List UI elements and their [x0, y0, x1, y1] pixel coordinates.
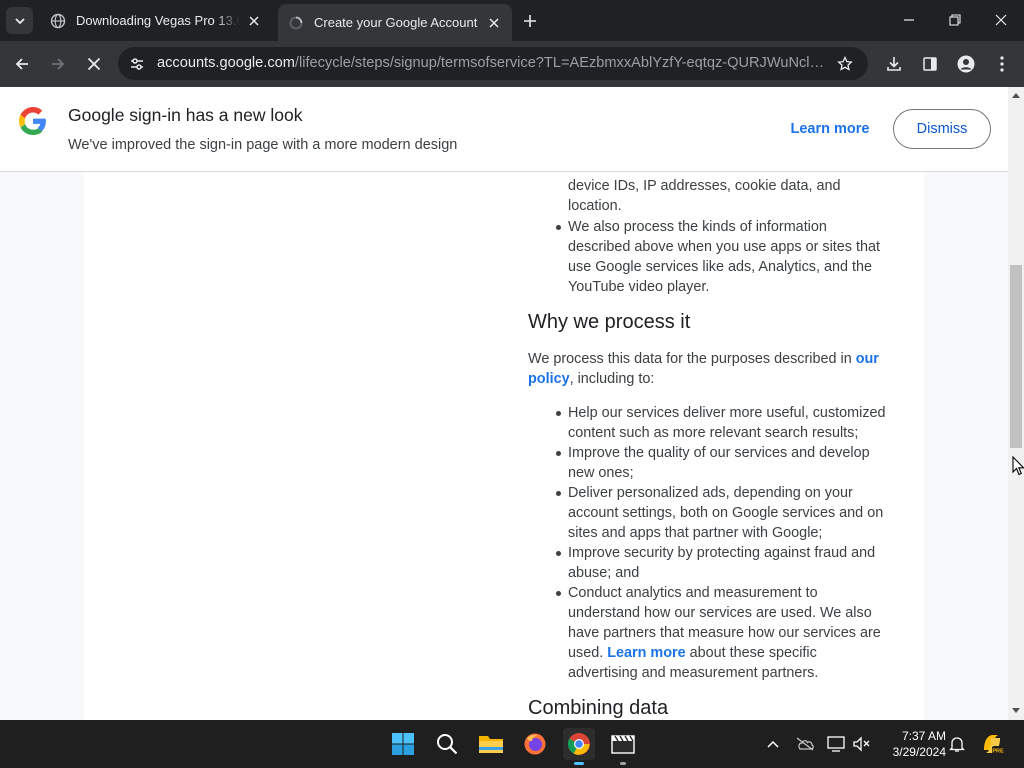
chrome-taskbar-button[interactable] — [563, 728, 595, 765]
tab-title: Downloading Vegas Pro 13.0 Bu — [76, 13, 240, 28]
show-hidden-icons-button[interactable] — [763, 734, 783, 754]
tab-vegas-download[interactable]: Downloading Vegas Pro 13.0 Bu — [40, 4, 272, 37]
tab-strip: Downloading Vegas Pro 13.0 Bu Create you… — [0, 0, 1024, 41]
close-window-button[interactable] — [978, 0, 1024, 40]
page-viewport: device IDs, IP addresses, cookie data, a… — [0, 87, 1024, 720]
new-look-banner: Google sign-in has a new look We've impr… — [0, 87, 1008, 172]
windows-taskbar: 7:37 AM 3/29/2024 PRE — [0, 720, 1024, 768]
learn-more-link[interactable]: Learn more — [607, 645, 685, 661]
list-item: Conduct analytics and measurement to und… — [528, 583, 888, 683]
url-path: /lifecycle/steps/signup/termsofservice?T… — [294, 55, 832, 71]
minimize-icon — [904, 19, 914, 21]
film-clapper-icon — [611, 735, 635, 754]
profile-button[interactable] — [951, 49, 981, 79]
start-button[interactable] — [387, 728, 419, 760]
browser-toolbar: accounts.google.com/lifecycle/steps/sign… — [0, 41, 1024, 87]
why-we-process-heading: Why we process it — [528, 311, 691, 333]
banner-subtitle: We've improved the sign-in page with a m… — [68, 137, 458, 153]
banner-title: Google sign-in has a new look — [68, 105, 303, 125]
plus-icon — [524, 15, 536, 27]
scrollbar-thumb[interactable] — [1010, 265, 1022, 448]
tab-create-google-account[interactable]: Create your Google Account — [278, 4, 512, 41]
svg-text:PRE: PRE — [992, 748, 1004, 754]
firefox-icon — [524, 733, 546, 755]
copilot-preview-button[interactable]: PRE — [980, 732, 1004, 756]
side-panel-button[interactable] — [915, 49, 945, 79]
arrow-right-icon — [52, 58, 65, 70]
mouse-cursor-icon — [1012, 456, 1024, 476]
firefox-button[interactable] — [519, 728, 551, 760]
why-intro: We process this data for the purposes de… — [528, 349, 888, 389]
arrow-left-icon — [15, 58, 28, 70]
forward-button[interactable] — [43, 49, 73, 79]
partial-bullet: device IDs, IP addresses, cookie data, a… — [528, 176, 888, 216]
tab-search-button[interactable] — [6, 7, 33, 34]
display-tray-icon[interactable] — [826, 734, 846, 754]
partial-bullet-text: device IDs, IP addresses, cookie data, a… — [568, 178, 841, 214]
onedrive-tray-icon[interactable] — [795, 734, 815, 754]
restore-icon — [949, 14, 961, 26]
close-tab-icon[interactable] — [246, 13, 262, 29]
downloads-button[interactable] — [879, 49, 909, 79]
close-icon — [995, 14, 1007, 26]
vegas-taskbar-button[interactable] — [607, 728, 639, 765]
stop-loading-button[interactable] — [79, 49, 109, 79]
copilot-icon: PRE — [984, 735, 1004, 754]
taskbar-clock[interactable]: 7:37 AM 3/29/2024 — [878, 728, 946, 760]
url-text: accounts.google.com/lifecycle/steps/sign… — [157, 55, 832, 71]
search-icon — [437, 734, 458, 755]
vertical-scrollbar[interactable] — [1008, 87, 1024, 720]
clock-time: 7:37 AM — [901, 729, 946, 743]
side-panel-icon — [923, 57, 937, 71]
close-tab-icon[interactable] — [486, 15, 502, 31]
scroll-up-arrow-icon[interactable] — [1012, 91, 1020, 99]
analytics-suffix: about these specific advertising and mea… — [568, 645, 819, 681]
loading-spinner-icon — [288, 15, 304, 31]
back-button[interactable] — [7, 49, 37, 79]
info-list: We also process the kinds of information… — [528, 217, 888, 297]
chrome-menu-button[interactable] — [987, 49, 1017, 79]
scroll-down-arrow-icon[interactable] — [1012, 707, 1020, 715]
combining-data-heading: Combining data — [528, 697, 669, 719]
bell-icon — [949, 737, 965, 752]
list-item: Improve security by protecting against f… — [528, 543, 888, 583]
chevron-down-icon — [14, 17, 25, 24]
notifications-button[interactable] — [947, 734, 967, 754]
more-vert-icon — [1000, 56, 1004, 72]
globe-icon — [50, 13, 66, 29]
list-item: We also process the kinds of information… — [528, 217, 888, 297]
learn-more-button[interactable]: Learn more — [778, 109, 882, 149]
list-item: Improve the quality of our services and … — [528, 443, 888, 483]
clock-date: 3/29/2024 — [892, 745, 946, 759]
volume-muted-tray-icon[interactable] — [852, 734, 872, 754]
taskbar-search-button[interactable] — [431, 728, 463, 760]
chevron-up-icon — [767, 740, 779, 748]
url-host: accounts.google.com — [157, 55, 295, 71]
new-tab-button[interactable] — [518, 9, 542, 33]
tab-title: Create your Google Account — [314, 15, 478, 30]
list-item: Help our services deliver more useful, c… — [528, 403, 888, 443]
bookmark-star-icon[interactable] — [834, 53, 856, 75]
avatar-icon — [957, 55, 975, 73]
close-icon — [87, 57, 101, 71]
download-icon — [887, 57, 901, 71]
why-intro-suffix: , including to: — [569, 371, 655, 387]
chrome-icon — [567, 733, 590, 755]
file-explorer-button[interactable] — [475, 728, 507, 760]
site-settings-icon[interactable] — [126, 53, 148, 75]
address-bar[interactable]: accounts.google.com/lifecycle/steps/sign… — [118, 47, 868, 80]
active-app-indicator — [574, 762, 584, 765]
dismiss-button[interactable]: Dismiss — [893, 109, 991, 149]
list-item: Deliver personalized ads, depending on y… — [528, 483, 888, 543]
google-logo-icon — [19, 107, 46, 135]
folder-icon — [479, 736, 503, 753]
windows-logo-icon — [392, 733, 414, 755]
purposes-list: Help our services deliver more useful, c… — [528, 403, 888, 683]
why-intro-text: We process this data for the purposes de… — [528, 351, 852, 367]
minimize-button[interactable] — [886, 0, 932, 40]
restore-button[interactable] — [932, 0, 978, 40]
running-app-indicator — [620, 762, 626, 765]
